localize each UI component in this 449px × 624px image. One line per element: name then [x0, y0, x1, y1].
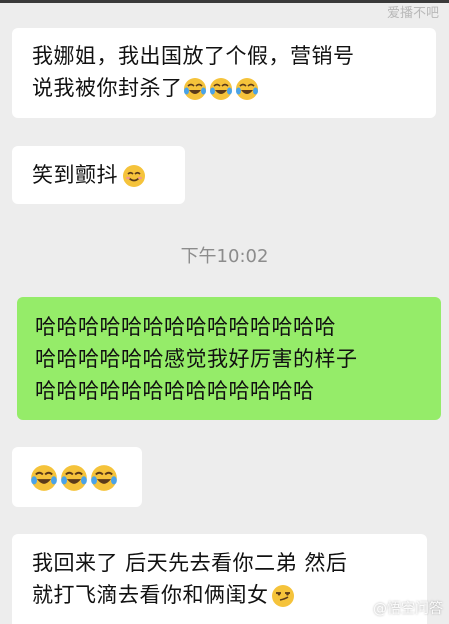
watermark-top: 爱播不吧	[386, 6, 439, 21]
message-bubble-incoming-1[interactable]: 我娜姐，我出国放了个假，营销号 说我被你封杀了	[12, 28, 436, 118]
laughing-crying-emoji-icon	[235, 77, 259, 101]
laughing-crying-emoji-icon	[90, 464, 118, 492]
message-text-line: 我回来了 后天先去看你二弟 然后	[32, 551, 348, 575]
smiling-emoji-icon	[122, 164, 146, 188]
watermark-bottom: @悟空问答	[356, 600, 443, 618]
laughing-crying-emoji-icon	[209, 77, 233, 101]
wukong-logo-icon	[356, 601, 370, 615]
message-text-line-with-emoji: 笑到颤抖	[32, 159, 185, 191]
top-frame-line	[0, 0, 449, 3]
watermark-bottom-text: @悟空问答	[373, 601, 443, 617]
message-bubble-incoming-3[interactable]	[12, 447, 142, 507]
message-bubble-outgoing-1[interactable]: 哈哈哈哈哈哈哈哈哈哈哈哈哈哈 哈哈哈哈哈哈感觉我好厉害的样子 哈哈哈哈哈哈哈哈哈…	[17, 297, 441, 420]
laughing-crying-emoji-icon	[30, 464, 58, 492]
message-text: 说我被你封杀了	[32, 76, 183, 100]
message-bubble-incoming-2[interactable]: 笑到颤抖	[12, 146, 185, 204]
message-text: 就打飞滴去看你和俩闺女	[32, 583, 269, 607]
laughing-crying-emoji-icon	[60, 464, 88, 492]
message-timestamp: 下午10:02	[180, 246, 269, 267]
message-text-line: 哈哈哈哈哈哈哈哈哈哈哈哈哈	[35, 379, 315, 403]
message-text: 笑到颤抖	[32, 163, 118, 187]
message-text-line-with-emoji: 说我被你封杀了	[32, 72, 436, 104]
laughing-crying-emoji-icon	[183, 77, 207, 101]
message-emoji-line	[30, 461, 142, 493]
message-text-line: 哈哈哈哈哈哈感觉我好厉害的样子	[35, 347, 358, 371]
message-text-line: 哈哈哈哈哈哈哈哈哈哈哈哈哈哈	[35, 315, 336, 339]
smirk-emoji-icon	[271, 584, 295, 608]
message-text-line: 我娜姐，我出国放了个假，营销号	[32, 44, 355, 68]
